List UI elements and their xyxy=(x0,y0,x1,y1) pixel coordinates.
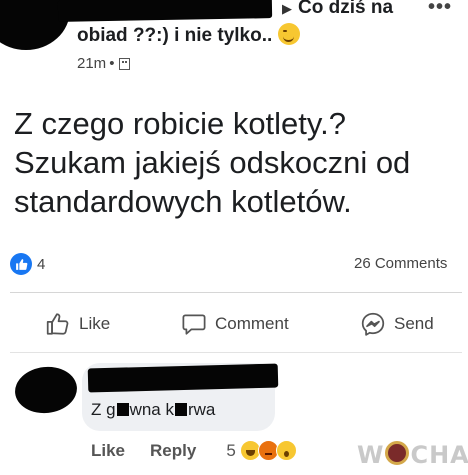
watermark-text: CHA xyxy=(410,441,468,469)
post-body-line: standardowych kotletów. xyxy=(14,184,352,219)
redacted-commenter-name xyxy=(87,363,279,393)
thumbs-up-icon xyxy=(46,313,69,335)
comment-button-label: Comment xyxy=(215,314,289,333)
redacted-author-name xyxy=(57,0,273,22)
like-button[interactable]: Like xyxy=(45,311,110,337)
send-button-label: Send xyxy=(394,314,434,333)
comment-like-button[interactable]: Like xyxy=(91,441,125,461)
post-body: Z czego robicie kotlety.? Szukam jakiejś… xyxy=(14,104,454,221)
group-name-continued[interactable]: obiad ??:) i nie tylko.. xyxy=(77,23,301,47)
comments-count-link[interactable]: 26 Comments xyxy=(354,255,447,272)
group-privacy-icon xyxy=(119,58,131,70)
comment-button[interactable]: Comment xyxy=(181,311,289,337)
comment-bubble-icon xyxy=(182,314,206,335)
comment-reaction-count[interactable]: 5 xyxy=(226,441,235,461)
watermark-text: W xyxy=(357,441,385,469)
comment-text: Z g wna k rwa xyxy=(91,400,215,420)
group-name[interactable]: Co dziś na xyxy=(298,0,393,18)
more-options-icon[interactable]: ••• xyxy=(428,0,452,19)
wink-emoji-icon xyxy=(278,23,301,45)
divider xyxy=(10,292,462,293)
censor-block xyxy=(116,403,129,416)
group-name-line2: obiad ??:) i nie tylko.. xyxy=(77,25,273,46)
like-button-label: Like xyxy=(79,314,111,333)
post-meta: 21m • xyxy=(77,55,131,72)
comment-text-part: rwa xyxy=(187,400,216,419)
watermark-ring-icon xyxy=(385,441,410,465)
comment-reactions[interactable] xyxy=(239,440,297,461)
divider xyxy=(10,352,462,353)
commenter-avatar[interactable] xyxy=(12,363,80,417)
reactions-summary[interactable]: 4 xyxy=(10,253,45,275)
watermark-logo: W CHA xyxy=(357,441,468,469)
send-button[interactable]: Send xyxy=(360,311,434,337)
like-reaction-icon xyxy=(10,253,32,275)
comment-text-part: Z g xyxy=(91,400,116,419)
comment-text-part: wna k xyxy=(129,400,174,419)
meta-separator: • xyxy=(109,55,115,72)
post-body-line: Szukam jakiejś odskoczni od xyxy=(14,145,411,180)
wow-icon xyxy=(275,440,297,461)
messenger-icon xyxy=(361,312,385,336)
comment-actions: Like Reply 5 xyxy=(91,440,297,461)
like-count: 4 xyxy=(37,255,46,273)
censor-block xyxy=(174,403,187,416)
arrow-right-icon: ▶ xyxy=(282,1,292,16)
post-body-line: Z czego robicie kotlety.? xyxy=(14,106,346,141)
post-timestamp[interactable]: 21m xyxy=(77,55,106,72)
comment-reply-button[interactable]: Reply xyxy=(150,441,196,461)
group-link[interactable]: ▶ Co dziś na xyxy=(282,0,393,19)
